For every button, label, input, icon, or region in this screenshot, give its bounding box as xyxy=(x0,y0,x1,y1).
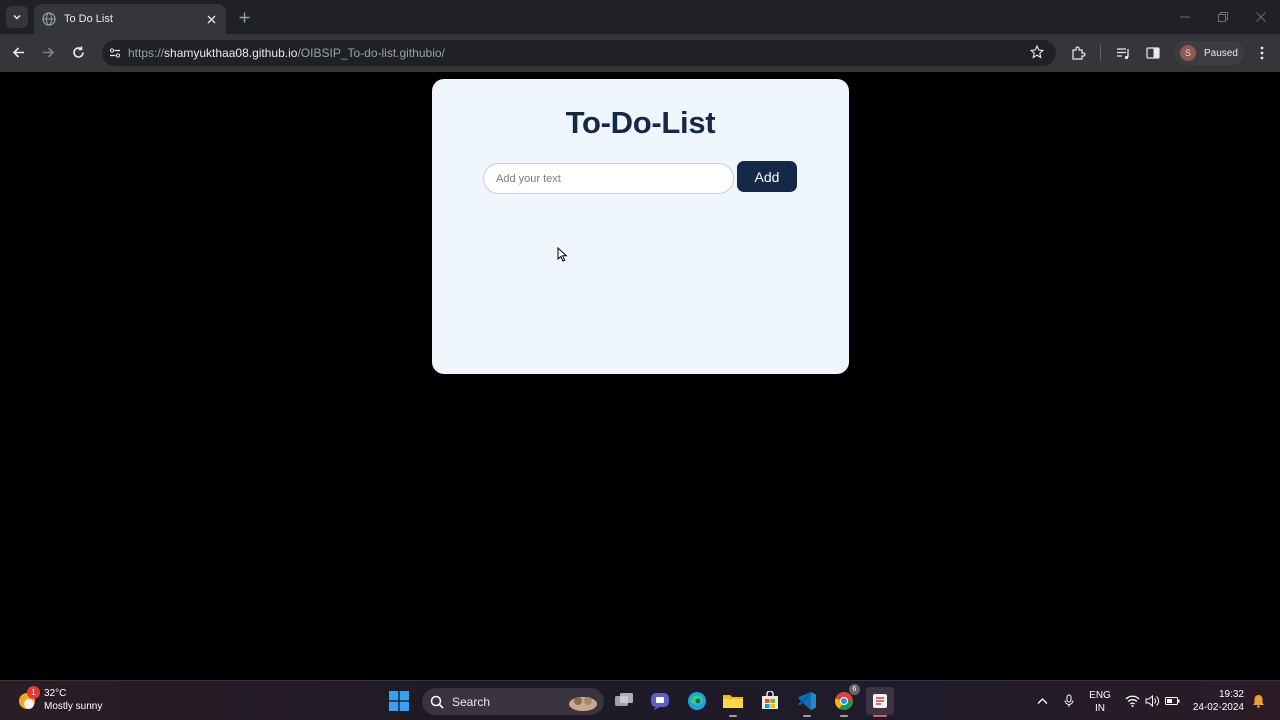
chevron-down-icon xyxy=(13,14,21,20)
running-indicator xyxy=(803,715,811,717)
url-text: https://shamyukthaa08.github.io/OIBSIP_T… xyxy=(128,46,445,60)
reload-button[interactable] xyxy=(67,41,89,63)
profile-status: Paused xyxy=(1204,47,1238,59)
weather-condition: Mostly sunny xyxy=(44,701,103,712)
page-viewport: To-Do-List Add xyxy=(0,72,1280,680)
weather-sun-icon: 1 xyxy=(16,686,40,711)
running-indicator xyxy=(729,715,737,717)
restore-icon xyxy=(1218,12,1228,22)
restore-button[interactable] xyxy=(1204,0,1242,34)
url-path: /OIBSIP_To-do-list.githubio/ xyxy=(297,46,445,60)
region-code: IN xyxy=(1095,703,1105,714)
minimize-icon xyxy=(1180,16,1190,18)
arrow-right-icon xyxy=(42,46,54,58)
active-app-indicator xyxy=(873,715,887,717)
profile-button[interactable]: S Paused xyxy=(1174,41,1244,65)
edge-icon[interactable] xyxy=(683,687,711,715)
snipping-tool-icon[interactable] xyxy=(866,687,894,715)
taskbar-search[interactable]: Search xyxy=(422,688,604,715)
chrome-badge: 6 xyxy=(849,684,860,695)
side-panel-icon[interactable] xyxy=(1142,42,1164,64)
vscode-icon[interactable] xyxy=(793,687,821,715)
file-explorer-icon[interactable] xyxy=(719,687,747,715)
windows-taskbar: 1 32°C Mostly sunny Search 6 ENG IN 19:3… xyxy=(0,680,1280,720)
microphone-icon[interactable] xyxy=(1061,693,1077,709)
task-view-icon[interactable] xyxy=(610,687,638,715)
system-clock[interactable]: 19:32 24-02-2024 xyxy=(1186,688,1244,714)
address-bar[interactable]: https://shamyukthaa08.github.io/OIBSIP_T… xyxy=(102,40,1056,66)
mouse-cursor-icon xyxy=(557,247,568,262)
chrome-icon[interactable]: 6 xyxy=(830,684,860,715)
site-info-icon[interactable] xyxy=(102,47,128,59)
url-host: shamyukthaa08.github.io xyxy=(164,46,298,60)
reload-icon xyxy=(72,46,84,58)
new-tab-button[interactable] xyxy=(234,7,254,27)
add-button[interactable]: Add xyxy=(737,161,797,192)
teams-chat-icon[interactable] xyxy=(646,687,674,715)
url-scheme: https:// xyxy=(128,46,165,60)
weather-temperature: 32°C xyxy=(44,688,67,699)
weather-widget[interactable]: 1 32°C Mostly sunny xyxy=(16,686,103,713)
menu-kebab-icon[interactable] xyxy=(1251,42,1273,64)
extensions-icon[interactable] xyxy=(1067,42,1089,64)
language-indicator[interactable]: ENG IN xyxy=(1088,689,1112,715)
avatar: S xyxy=(1180,45,1196,61)
search-icon xyxy=(430,695,444,709)
language-code: ENG xyxy=(1089,690,1111,701)
battery-icon[interactable] xyxy=(1164,693,1180,709)
clock-date: 24-02-2024 xyxy=(1192,702,1244,713)
media-control-icon[interactable] xyxy=(1112,42,1134,64)
store-icon[interactable] xyxy=(756,687,784,715)
search-label: Search xyxy=(452,694,491,709)
tab-close-icon[interactable] xyxy=(204,12,218,26)
page-title: To-Do-List xyxy=(565,105,716,140)
weather-badge: 1 xyxy=(27,686,40,699)
browser-tab-bar: To Do List xyxy=(0,0,1280,34)
todo-card: To-Do-List Add xyxy=(432,79,849,374)
toolbar-separator xyxy=(1100,45,1101,61)
tab-search-button[interactable] xyxy=(6,6,28,28)
wifi-icon[interactable] xyxy=(1124,693,1140,709)
widgets-icon xyxy=(569,696,597,711)
close-window-button[interactable] xyxy=(1242,0,1280,34)
minimize-button[interactable] xyxy=(1166,0,1204,34)
arrow-left-icon xyxy=(12,46,24,58)
back-button[interactable] xyxy=(7,41,29,63)
notification-bell-icon[interactable] xyxy=(1250,693,1266,709)
task-input[interactable] xyxy=(483,163,734,194)
bookmark-star-icon[interactable] xyxy=(1029,44,1045,64)
browser-tab-active[interactable]: To Do List xyxy=(34,4,226,34)
plus-icon xyxy=(239,12,249,22)
windows-start-icon[interactable] xyxy=(385,687,413,715)
tab-title: To Do List xyxy=(64,13,113,25)
window-controls xyxy=(1166,0,1280,34)
chevron-up-icon[interactable] xyxy=(1034,693,1050,709)
running-indicator xyxy=(840,715,848,717)
speaker-icon[interactable] xyxy=(1144,693,1160,709)
globe-icon xyxy=(42,12,56,26)
close-icon xyxy=(1256,12,1266,22)
forward-button[interactable] xyxy=(37,41,59,63)
clock-time: 19:32 xyxy=(1218,689,1244,700)
